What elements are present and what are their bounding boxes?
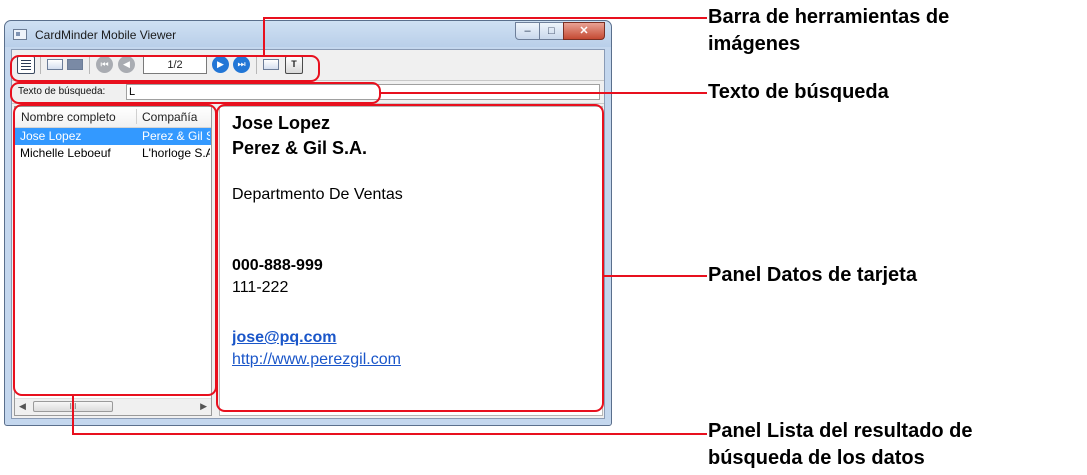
search-highlight <box>10 82 381 104</box>
minimize-button[interactable]: – <box>515 22 540 40</box>
list-connector <box>72 433 707 435</box>
window-title: CardMinder Mobile Viewer <box>35 28 177 42</box>
list-highlight <box>13 104 217 396</box>
callout-toolbar-line-1: Barra de herramientas de <box>708 6 950 28</box>
callout-toolbar: Barra de herramientas de imágenes <box>708 4 949 58</box>
horizontal-scrollbar[interactable]: ◀ III ▶ <box>15 398 211 415</box>
toolbar-connector <box>263 17 265 57</box>
list-connector <box>72 395 74 435</box>
card-highlight <box>216 104 604 412</box>
close-button[interactable]: ✕ <box>563 22 605 40</box>
title-bar[interactable]: CardMinder Mobile Viewer – □ ✕ <box>5 21 611 49</box>
callout-search: Texto de búsqueda <box>708 79 889 106</box>
callout-list-line-2: búsqueda de los datos <box>708 447 925 469</box>
callout-card-line-1: Panel Datos de tarjeta <box>708 264 917 286</box>
toolbar-connector <box>263 17 707 19</box>
callout-list-line-1: Panel Lista del resultado de <box>708 420 973 442</box>
search-connector <box>380 92 707 94</box>
card-connector <box>603 275 707 277</box>
toolbar-highlight <box>10 55 320 82</box>
scroll-right-icon[interactable]: ▶ <box>200 401 207 412</box>
callout-list: Panel Lista del resultado de búsqueda de… <box>708 418 973 472</box>
app-icon <box>13 29 27 40</box>
callout-toolbar-line-2: imágenes <box>708 33 801 55</box>
callout-card: Panel Datos de tarjeta <box>708 262 917 289</box>
maximize-button[interactable]: □ <box>539 22 564 40</box>
callout-search-line-1: Texto de búsqueda <box>708 81 889 103</box>
scroll-left-icon[interactable]: ◀ <box>19 401 26 412</box>
